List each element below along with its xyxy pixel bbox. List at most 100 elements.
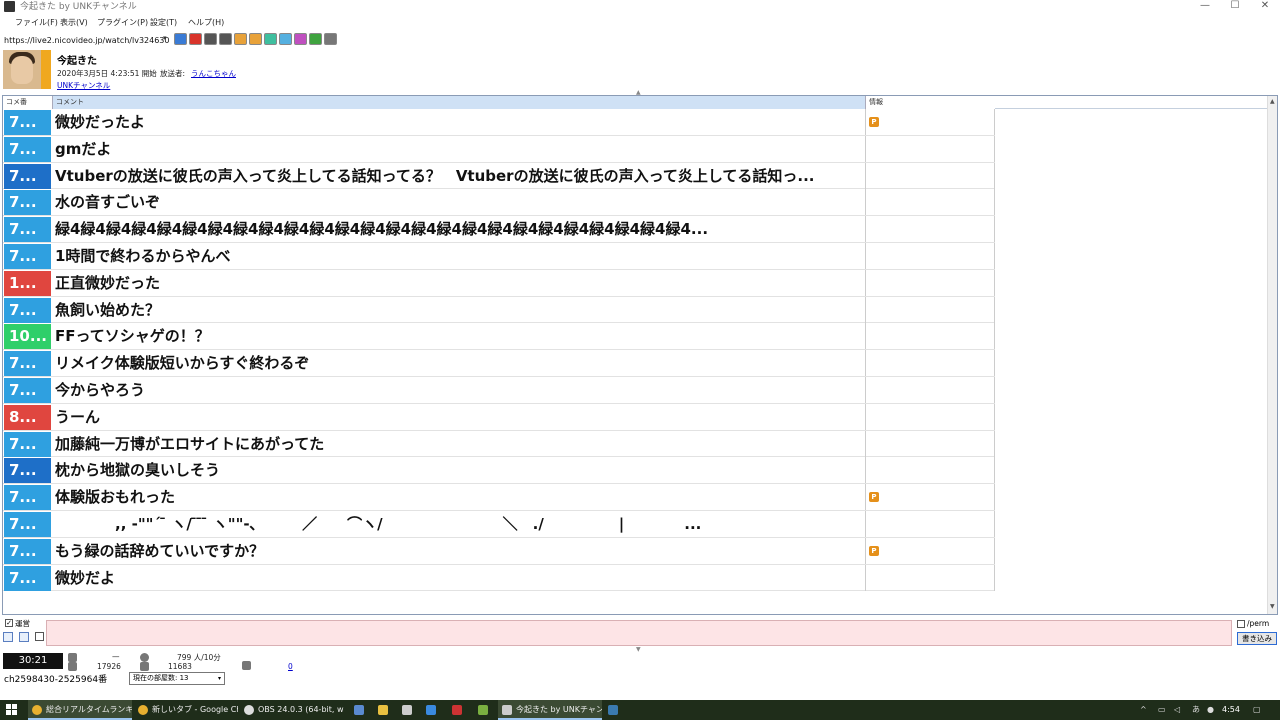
check-icon[interactable] (35, 632, 44, 641)
comment-number: 7... (4, 297, 51, 323)
toolbar-button-5[interactable] (249, 33, 262, 45)
perm-checkbox[interactable] (1237, 620, 1245, 628)
comment-info-cell (865, 269, 995, 296)
stream-title: 今起きた (57, 56, 97, 67)
comment-number: 10... (4, 324, 51, 350)
comment-info-cell (865, 216, 995, 243)
url-dropdown-icon[interactable]: ▾ (163, 34, 167, 42)
toolbar-button-10[interactable] (324, 33, 337, 45)
taskbar: 総合リアルタイムランキン... 新しいタブ - Google Ch... OBS… (0, 700, 1280, 720)
toolbar-button-9[interactable] (309, 33, 322, 45)
chevron-down-icon: ▾ (217, 675, 221, 682)
task-chrome[interactable]: 新しいタブ - Google Ch... (134, 700, 238, 720)
comment-row[interactable]: 7... Vtuberの放送に彼氏の声入って炎上してる話知ってる？ Vtuberの… (3, 162, 995, 190)
comment-row[interactable]: 1... 正直微妙だった (3, 269, 995, 297)
task-realtime-ranking[interactable]: 総合リアルタイムランキン... (28, 700, 132, 720)
broadcaster-avatar[interactable] (3, 50, 51, 89)
taskbar-clock[interactable]: 4:54 (1222, 700, 1240, 720)
menu-file[interactable]: ファイル(F) (15, 17, 58, 28)
comment-row[interactable]: 7... 魚飼い始めた？ (3, 296, 995, 324)
submit-button[interactable]: 書き込み (1237, 632, 1277, 645)
unei-checkbox[interactable]: ✓ (5, 619, 13, 627)
comment-row[interactable]: 7... リメイク体験版短いからすぐ終わるぞ (3, 350, 995, 377)
app-icon (4, 1, 15, 12)
menu-view[interactable]: 表示(V) (60, 17, 88, 28)
channel-link[interactable]: UNKチャンネル (57, 80, 110, 91)
toolbar-button-0[interactable] (174, 33, 187, 45)
room-select[interactable]: 現在の部屋数: 13 ▾ (129, 672, 225, 685)
notification-icon[interactable]: ▢ (1253, 700, 1261, 720)
network-icon[interactable]: ▭ (1158, 700, 1166, 720)
menu-help[interactable]: ヘルプ(H) (188, 17, 224, 28)
toolbar-button-2[interactable] (204, 33, 217, 45)
comment-row[interactable]: 7... 体験版おもれった P (3, 484, 995, 511)
toolbar-button-8[interactable] (294, 33, 307, 45)
comment-text: 水の音すごいぞ (55, 193, 161, 212)
comment-row[interactable]: 7... gmだよ (3, 135, 995, 163)
layout-icon-a[interactable] (3, 632, 13, 642)
tray-up-icon[interactable]: ^ (1140, 700, 1147, 720)
comment-number: 7... (4, 110, 51, 135)
menu-plugin[interactable]: プラグイン(P) (97, 17, 148, 28)
toolbar-button-4[interactable] (234, 33, 247, 45)
zero-link[interactable]: 0 (288, 662, 293, 671)
column-header-info[interactable]: 情報 (865, 96, 995, 109)
windows-start-icon[interactable] (6, 704, 18, 716)
comment-text: FFってソシャゲの！？ (55, 327, 210, 346)
splitter-handle-bottom[interactable]: ▼ (636, 646, 641, 653)
comment-row[interactable]: 7... ,, -""´ ̄ ヽ/ ̄ ̄ ̄ ヽ""-､ ／ ⌒ヽ/ ＼ ./… (3, 511, 995, 538)
app-icon-b[interactable] (402, 705, 412, 715)
app-icon-a[interactable] (354, 705, 364, 715)
minimize-button[interactable]: — (1190, 0, 1220, 14)
comment-text: 魚飼い始めた？ (55, 300, 161, 319)
comment-info-cell: P (865, 109, 995, 135)
task-unk-channel[interactable]: 今起きた by UNKチャン... (498, 700, 602, 720)
comment-row[interactable]: 10... FFってソシャゲの！？ (3, 323, 995, 351)
comment-row[interactable]: 7... 緑4緑4緑4緑4緑4緑4緑4緑4緑4緑4緑4緑4緑4緑4緑4緑4緑4緑4… (3, 216, 995, 243)
task-obs[interactable]: OBS 24.0.3 (64-bit, wi... (240, 700, 344, 720)
app-icon-e[interactable] (478, 705, 488, 715)
comment-number: 7... (4, 512, 51, 537)
tray-app-icon[interactable]: ● (1207, 700, 1214, 720)
volume-icon[interactable]: ◁ (1174, 700, 1180, 720)
comment-input[interactable] (46, 620, 1232, 646)
comment-row[interactable]: 7... 枕から地獄の臭いしそう (3, 457, 995, 485)
column-header-number[interactable]: コメ番 (3, 96, 52, 109)
broadcaster-link[interactable]: うんこちゃん (191, 68, 236, 79)
comment-row[interactable]: 7... 微妙だよ (3, 564, 995, 592)
comment-text: 体験版おもれった (55, 488, 176, 507)
comment-row[interactable]: 7... 今からやろう (3, 377, 995, 404)
menu-settings[interactable]: 設定(T) (150, 17, 177, 28)
comment-row[interactable]: 7... 微妙だったよ P (3, 109, 995, 136)
comment-row[interactable]: 7... 加藤純一万博がエロサイトにあがってた (3, 430, 995, 458)
url-input[interactable] (4, 33, 172, 47)
close-button[interactable]: ✕ (1250, 0, 1280, 14)
comment-info-cell: P (865, 484, 995, 511)
column-header-comment[interactable]: コメント (52, 96, 865, 109)
scroll-up-icon[interactable]: ▲ (1270, 98, 1275, 105)
comment-row[interactable]: 8... うーん (3, 403, 995, 431)
layout-icon-b[interactable] (19, 632, 29, 642)
vertical-scrollbar[interactable]: ▲ ▼ (1267, 96, 1277, 614)
toolbar-button-7[interactable] (279, 33, 292, 45)
comment-text: gmだよ (55, 139, 112, 158)
toolbar-button-6[interactable] (264, 33, 277, 45)
comment-info-cell (865, 457, 995, 484)
toolbar-button-3[interactable] (219, 33, 232, 45)
folder-icon[interactable] (378, 705, 388, 715)
ime-icon[interactable]: あ (1192, 700, 1200, 720)
scroll-down-icon[interactable]: ▼ (1270, 603, 1275, 610)
comment-number: 7... (4, 136, 51, 162)
app-icon-d[interactable] (452, 705, 462, 715)
app-icon-c[interactable] (426, 705, 436, 715)
comment-row[interactable]: 7... もう緑の話辞めていいですか？ P (3, 537, 995, 565)
comment-number: 7... (4, 378, 51, 403)
maximize-button[interactable]: ☐ (1220, 0, 1250, 14)
comment-grid: コメ番 コメント 情報 7... 微妙だったよ P 7... gmだよ 7... Vtube… (2, 95, 1278, 615)
comment-row[interactable]: 7... 水の音すごいぞ (3, 189, 995, 217)
menu-bar: ファイル(F) 表示(V) プラグイン(P) 設定(T) ヘルプ(H) (0, 15, 1280, 31)
comment-number: 7... (4, 351, 51, 377)
toolbar-button-1[interactable] (189, 33, 202, 45)
comment-row[interactable]: 7... 1時間で終わるからやんべ (3, 243, 995, 270)
steam-icon[interactable] (608, 705, 618, 715)
